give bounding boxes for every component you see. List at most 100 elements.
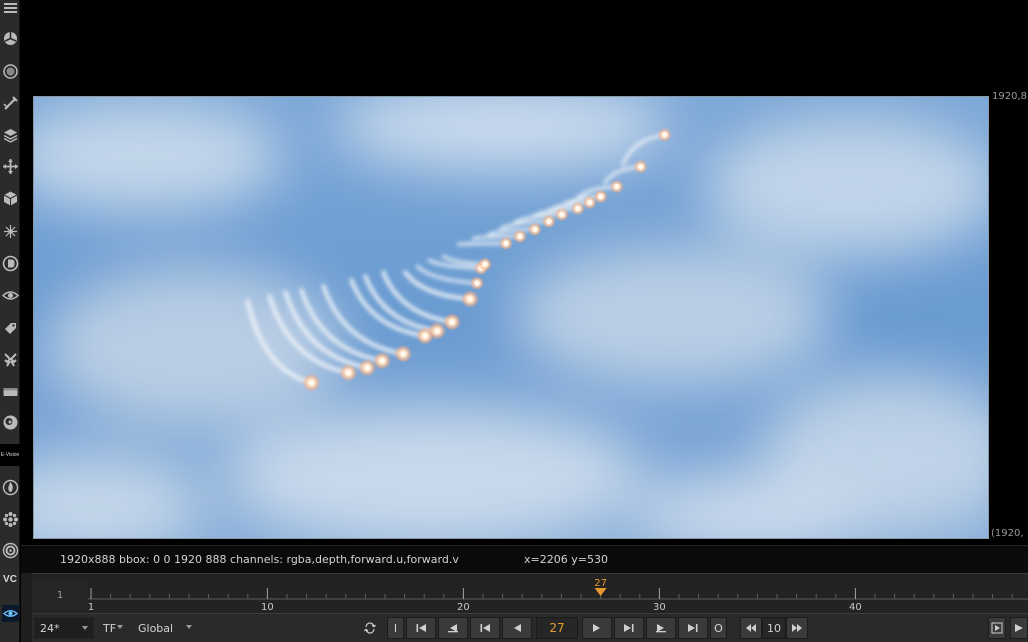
tick-label: 20	[457, 602, 470, 613]
flare-core	[400, 351, 406, 357]
toolbar-button-merge[interactable]	[0, 217, 20, 245]
play-icon	[593, 624, 600, 632]
tick-label: 40	[849, 602, 862, 613]
fps-value: 24*	[40, 621, 60, 635]
playhead-marker[interactable]	[594, 588, 607, 596]
flare-core	[587, 199, 593, 206]
toolbar-button-transform[interactable]	[0, 249, 20, 277]
flare-core	[662, 132, 668, 138]
toolbar-button-draw[interactable]	[0, 24, 20, 52]
step-back-icon	[480, 624, 490, 632]
toolbar-button-particles[interactable]	[0, 313, 20, 341]
toolbar-button-image[interactable]	[0, 0, 20, 22]
prev-keyframe-icon	[448, 624, 458, 633]
vc-label[interactable]: VC	[0, 574, 20, 590]
sky-flares-image	[34, 97, 988, 538]
next-keyframe-button[interactable]	[646, 617, 676, 639]
flare-core	[379, 358, 385, 364]
color-icon	[3, 128, 17, 143]
play-icon	[1015, 624, 1023, 632]
time-icon	[2, 63, 18, 79]
toolbar-button-keyer[interactable]	[0, 184, 20, 212]
smoke-trail	[456, 241, 508, 246]
evision-logo[interactable]: E-Vision	[0, 444, 20, 466]
toolbar-button-fire[interactable]	[0, 473, 20, 501]
deep-icon	[3, 352, 17, 367]
fire-icon	[2, 479, 18, 495]
toolbar-button-views[interactable]	[0, 377, 20, 405]
first-frame-field[interactable]: 1	[32, 582, 88, 610]
step-back-increment-button[interactable]	[740, 617, 762, 639]
splat-icon	[2, 511, 18, 527]
toolbar-button-channel[interactable]	[0, 89, 20, 117]
frame-increment-field[interactable]: 10	[762, 617, 786, 639]
toolbar-button-3d[interactable]	[0, 281, 20, 309]
metadata-icon	[3, 415, 17, 429]
toolbar-button-metadata[interactable]	[0, 408, 20, 436]
3d-icon	[1, 290, 19, 300]
step-forward-button[interactable]	[614, 617, 644, 639]
flare-core	[434, 328, 440, 334]
toolbar-button-eye-logo[interactable]	[0, 599, 20, 627]
filter-icon	[2, 158, 18, 174]
timeline-frame-dropdown[interactable]: TF	[98, 617, 128, 639]
previous-keyframe-button[interactable]	[438, 617, 468, 639]
keyer-icon	[3, 191, 17, 205]
out-point-button[interactable]: O	[710, 617, 727, 639]
rewind-icon	[746, 624, 756, 632]
out-point-label: O	[714, 621, 723, 635]
flare-core	[559, 211, 565, 218]
frame-range-dropdown[interactable]: Global	[133, 617, 197, 639]
flare-core	[449, 319, 455, 325]
toolbar-button-gear-ring[interactable]	[0, 536, 20, 564]
toolbar-button-filter[interactable]	[0, 152, 20, 180]
tick-label: 10	[261, 602, 274, 613]
format-label-bottom: (1920,	[991, 528, 1024, 539]
flare-core	[345, 370, 351, 376]
frame-ruler[interactable]: 1 10 20 30 40 27	[88, 574, 1028, 614]
flare-core	[546, 218, 552, 225]
tf-value: TF	[103, 621, 117, 635]
skip-start-icon	[416, 624, 426, 632]
flare-core	[575, 205, 581, 212]
render-button[interactable]	[1010, 617, 1028, 639]
fps-dropdown[interactable]: 24*	[34, 617, 94, 639]
flare-core	[474, 280, 480, 286]
play-outline-icon	[991, 622, 1003, 634]
toolbar-button-color[interactable]	[0, 121, 20, 149]
image-icon	[3, 2, 17, 13]
viewer-image[interactable]	[33, 96, 989, 539]
merge-icon	[3, 224, 17, 238]
viewer-info-bar: 1920x888 bbox: 0 0 1920 888 channels: rg…	[21, 545, 1028, 573]
current-frame-field[interactable]: 27	[536, 617, 578, 639]
timeline-bar[interactable]: 1 1 10 20 30 40 27	[32, 573, 1028, 613]
step-forward-increment-button[interactable]	[786, 617, 808, 639]
skip-end-icon	[688, 624, 698, 632]
go-to-start-button[interactable]	[406, 617, 436, 639]
loop-mode-button[interactable]	[358, 617, 382, 639]
format-info-text: 1920x888 bbox: 0 0 1920 888 channels: rg…	[60, 553, 459, 566]
tick-label: 1	[88, 602, 94, 613]
toolbar-button-splat[interactable]	[0, 505, 20, 533]
flipbook-button[interactable]	[988, 617, 1006, 639]
timeline-gutter	[21, 573, 32, 642]
chevron-down-icon	[82, 626, 88, 630]
toolbar-button-time[interactable]	[0, 57, 20, 85]
ruler-graphic: 1 10 20 30 40 27	[88, 578, 1028, 613]
flare-core	[364, 365, 370, 371]
viewer-panel[interactable]: 1920,8 (1920,	[21, 0, 1028, 545]
flare-core	[614, 184, 620, 190]
flare-core	[532, 226, 538, 232]
flare-core	[467, 296, 473, 302]
toolbar-button-deep[interactable]	[0, 345, 20, 373]
channel-icon	[2, 95, 18, 110]
fast-forward-icon	[792, 624, 802, 632]
global-value: Global	[138, 621, 174, 635]
flare-core	[517, 233, 523, 239]
play-backward-button[interactable]	[502, 617, 532, 639]
in-point-button[interactable]: I	[387, 617, 404, 639]
step-back-button[interactable]	[470, 617, 500, 639]
cursor-coordinates: x=2206 y=530	[524, 553, 608, 566]
go-to-end-button[interactable]	[678, 617, 708, 639]
play-forward-button[interactable]	[582, 617, 612, 639]
